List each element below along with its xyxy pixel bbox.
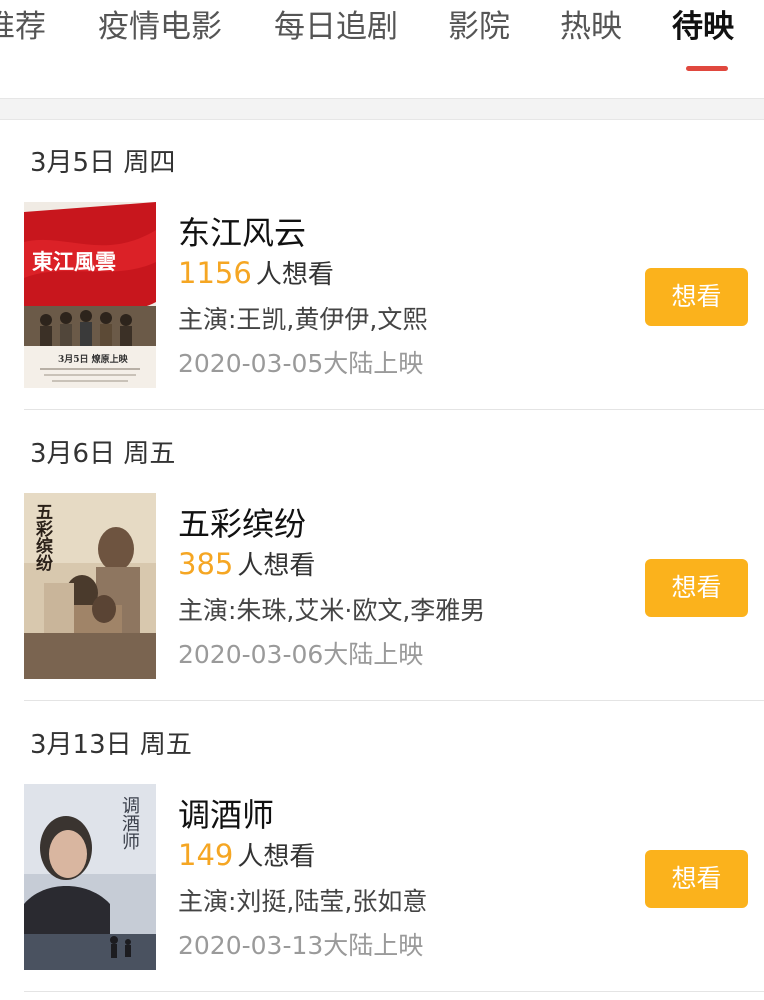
want-count-suffix: 人想看 bbox=[237, 842, 316, 872]
tab-coming-soon[interactable]: 待映 bbox=[672, 4, 734, 50]
release-date: 2020-03-13大陆上映 bbox=[178, 931, 424, 960]
movie-title[interactable]: 调酒师 bbox=[178, 790, 274, 836]
want-count-suffix: 人想看 bbox=[237, 551, 316, 581]
divider bbox=[24, 991, 764, 992]
movie-title[interactable]: 东江风云 bbox=[178, 208, 306, 254]
release-date: 2020-03-05大陆上映 bbox=[178, 349, 424, 378]
movie-title[interactable]: 五彩缤纷 bbox=[178, 499, 306, 545]
movie-poster[interactable]: 调酒师 bbox=[24, 784, 156, 970]
tab-now-showing[interactable]: 热映 bbox=[560, 4, 622, 50]
movie-poster[interactable]: 五彩缤纷 bbox=[24, 493, 156, 679]
category-tab-bar: 推荐 疫情电影 每日追剧 影院 热映 待映 bbox=[0, 0, 764, 99]
divider bbox=[24, 409, 764, 410]
want-count-line: 1156 人想看 bbox=[178, 254, 334, 291]
want-count: 149 bbox=[178, 838, 234, 872]
divider bbox=[24, 700, 764, 701]
movie-cast: 主演:王凯,黄伊伊,文熙 bbox=[178, 305, 428, 334]
movie-cast: 主演:刘挺,陆莹,张如意 bbox=[178, 887, 428, 916]
release-date-header: 3月6日 周五 bbox=[30, 439, 176, 469]
section-spacer bbox=[0, 99, 764, 120]
want-to-watch-button[interactable]: 想看 bbox=[645, 850, 748, 908]
movie-poster[interactable]: 東江風雲 3月5日 燎原上映 bbox=[24, 202, 156, 388]
release-date-header: 3月5日 周四 bbox=[30, 148, 176, 178]
want-count-suffix: 人想看 bbox=[255, 260, 334, 290]
tab-epidemic-movies[interactable]: 疫情电影 bbox=[98, 4, 222, 50]
tab-daily-drama[interactable]: 每日追剧 bbox=[274, 4, 398, 50]
want-count: 385 bbox=[178, 547, 234, 581]
poster-title: 调酒师 bbox=[119, 796, 140, 850]
want-count: 1156 bbox=[178, 256, 252, 290]
poster-title: 五彩缤纷 bbox=[32, 503, 52, 571]
tab-recommend[interactable]: 推荐 bbox=[0, 4, 46, 50]
active-tab-indicator bbox=[686, 66, 728, 71]
want-count-line: 149 人想看 bbox=[178, 836, 315, 873]
release-date-header: 3月13日 周五 bbox=[30, 730, 192, 760]
poster-title: 東江風雲 bbox=[32, 249, 116, 274]
release-date: 2020-03-06大陆上映 bbox=[178, 640, 424, 669]
want-count-line: 385 人想看 bbox=[178, 545, 315, 582]
poster-date: 3月5日 燎原上映 bbox=[58, 355, 128, 365]
want-to-watch-button[interactable]: 想看 bbox=[645, 559, 748, 617]
movie-cast: 主演:朱珠,艾米·欧文,李雅男 bbox=[178, 596, 486, 625]
tab-cinema[interactable]: 影院 bbox=[448, 4, 510, 50]
want-to-watch-button[interactable]: 想看 bbox=[645, 268, 748, 326]
